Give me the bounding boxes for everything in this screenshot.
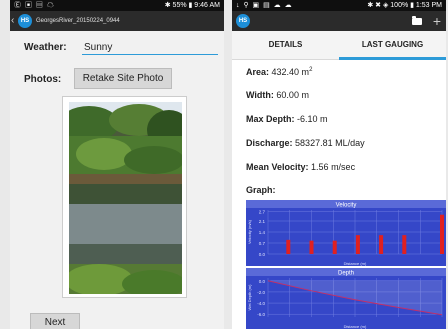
depth-chart-svg: Depth 0.0 -2.0 -4.0 -6.0 Wet Depth (m) Distanc…: [246, 268, 446, 329]
site-visit-title: GeorgesRiver_20150224_0944: [36, 18, 120, 24]
y-axis-label: Wet Depth (m): [247, 284, 252, 311]
discharge-field: Discharge: 58327.81 ML/day: [246, 138, 365, 148]
y-tick-label: 0.0: [259, 252, 266, 257]
left-phone-screen: Ⓔ ▣ ▤ ☁ ✱ 55% ▮ 9:46 AM ‹ HS GeorgesRive…: [10, 0, 224, 329]
y-tick-label: 2.1: [259, 219, 266, 224]
add-icon[interactable]: +: [433, 13, 441, 29]
velocity-bar: [379, 235, 384, 254]
action-bar: HS +: [232, 11, 446, 31]
width-field: Width: 60.00 m: [246, 90, 309, 100]
chart-title: Depth: [338, 271, 354, 277]
area-unit-exponent: 2: [309, 67, 313, 73]
velocity-bar: [286, 239, 291, 254]
velocity-bar: [440, 214, 444, 254]
y-tick-label: -6.0: [257, 312, 265, 317]
status-clock-battery: ✱ 55% ▮ 9:46 AM: [164, 2, 220, 9]
graph-label: Graph:: [246, 185, 276, 195]
max-depth-label: Max Depth:: [246, 114, 295, 124]
tab-bar: DETAILS LAST GAUGING: [232, 31, 446, 60]
weather-input[interactable]: [82, 40, 218, 55]
chart-title: Velocity: [336, 203, 357, 209]
chart-background: [246, 200, 446, 266]
right-phone-screen: ↓ ⚲ ▣ ▤ ☁ ☁ ✱ ✖ ◈ 100% ▮ 1:53 PM HS + DE…: [232, 0, 446, 329]
area-field: Area: 432.40 m2: [246, 67, 312, 77]
tab-details[interactable]: DETAILS: [232, 31, 339, 59]
tab-last-gauging[interactable]: LAST GAUGING: [339, 31, 446, 60]
width-value: 60.00 m: [276, 90, 309, 100]
action-bar: ‹ HS GeorgesRiver_20150224_0944: [10, 11, 224, 31]
app-logo-icon[interactable]: HS: [18, 14, 32, 28]
mean-velocity-value: 1.56 m/sec: [311, 162, 356, 172]
x-axis-label: Distance (m): [344, 261, 367, 266]
velocity-bar: [355, 235, 360, 254]
y-tick-label: 2.7: [259, 210, 266, 215]
folder-icon[interactable]: [412, 16, 422, 25]
retake-site-photo-button[interactable]: Retake Site Photo: [74, 68, 172, 89]
discharge-label: Discharge:: [246, 138, 293, 148]
weather-label: Weather:: [24, 42, 67, 53]
velocity-bar: [309, 240, 314, 254]
depth-chart: Depth 0.0 -2.0 -4.0 -6.0 Wet Depth (m) Distanc…: [246, 268, 446, 329]
status-clock-battery: ✱ ✖ ◈ 100% ▮ 1:53 PM: [367, 2, 442, 9]
app-logo-icon[interactable]: HS: [236, 14, 250, 28]
photos-label: Photos:: [24, 74, 62, 85]
area-value: 432.40 m: [271, 67, 310, 77]
mean-velocity-field: Mean Velocity: 1.56 m/sec: [246, 162, 355, 172]
status-bar: Ⓔ ▣ ▤ ☁ ✱ 55% ▮ 9:46 AM: [10, 0, 224, 11]
velocity-bar: [332, 240, 337, 254]
y-axis-label: Velocity (m/s): [247, 219, 252, 244]
y-tick-label: -2.0: [257, 290, 265, 295]
y-tick-label: 1.4: [259, 230, 266, 235]
river-photo-image: [69, 102, 182, 294]
site-photo-thumbnail[interactable]: [62, 96, 187, 298]
y-tick-label: -4.0: [257, 301, 265, 306]
graph-label-text: Graph:: [246, 185, 276, 195]
next-button[interactable]: Next: [30, 313, 80, 329]
width-label: Width:: [246, 90, 274, 100]
mean-velocity-label: Mean Velocity:: [246, 162, 309, 172]
status-bar: ↓ ⚲ ▣ ▤ ☁ ☁ ✱ ✖ ◈ 100% ▮ 1:53 PM: [232, 0, 446, 11]
y-tick-label: 0.0: [259, 279, 266, 284]
max-depth-value: -6.10 m: [297, 114, 328, 124]
status-notification-icons: ↓ ⚲ ▣ ▤ ☁ ☁: [236, 2, 293, 9]
back-icon[interactable]: ‹: [11, 15, 14, 27]
velocity-bar: [402, 235, 407, 254]
discharge-value: 58327.81 ML/day: [295, 138, 365, 148]
max-depth-field: Max Depth: -6.10 m: [246, 114, 328, 124]
x-axis-label: Distance (m): [344, 324, 367, 329]
y-tick-label: 0.7: [259, 241, 266, 246]
status-notification-icons: Ⓔ ▣ ▤ ☁: [14, 2, 55, 9]
velocity-chart-svg: Velocity 2.7 2.1 1.4 0.7 0.0 Velocity (m/s) Dis…: [246, 200, 446, 266]
velocity-chart: Velocity 2.7 2.1 1.4 0.7 0.0 Velocity (m/s) Dis…: [246, 200, 446, 266]
area-label: Area:: [246, 67, 270, 77]
